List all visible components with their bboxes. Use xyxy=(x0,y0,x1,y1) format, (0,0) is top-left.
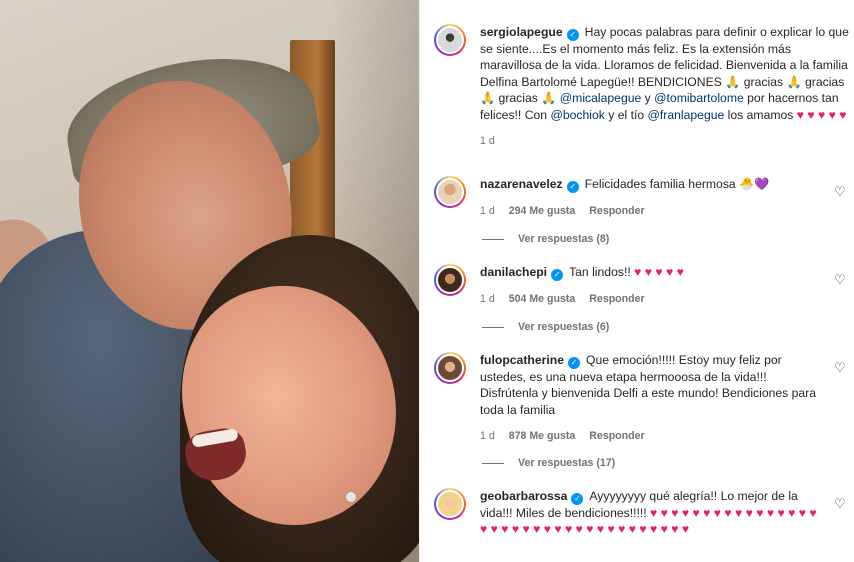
comment-username[interactable]: fulopcatherine xyxy=(480,353,564,367)
mention-link[interactable]: @franlapegue xyxy=(648,108,725,122)
heart-outline-icon[interactable]: ♡ xyxy=(834,273,846,286)
reply-button[interactable]: Responder xyxy=(589,428,644,444)
caption-segment: y xyxy=(641,91,655,106)
view-replies-button[interactable]: Ver respuestas (6) xyxy=(482,321,609,333)
mention-link[interactable]: @micalapegue xyxy=(560,91,641,105)
caption-time[interactable]: 1 d xyxy=(480,133,495,149)
comment-item: geobarbarossa ✓ Ayyyyyyyy qué alegría!! Lo… xyxy=(434,488,854,538)
comment-username[interactable]: geobarbarossa xyxy=(480,489,567,503)
caption-text: Hay pocas palabras para definir o explic… xyxy=(480,25,849,122)
mention-link[interactable]: @bochiok xyxy=(550,108,604,122)
verified-icon: ✓ xyxy=(571,493,584,505)
avatar[interactable] xyxy=(434,264,466,296)
comment-text: Felicidades familia hermosa 🐣💜 xyxy=(584,177,770,191)
verified-icon: ✓ xyxy=(566,181,579,193)
comment-likes[interactable]: 878 Me gusta xyxy=(509,428,576,444)
caption-segment: los amamos xyxy=(724,107,794,122)
avatar[interactable] xyxy=(434,24,466,56)
verified-icon: ✓ xyxy=(551,269,564,281)
reply-button[interactable]: Responder xyxy=(589,291,644,307)
comment-time[interactable]: 1 d xyxy=(480,291,495,307)
avatar[interactable] xyxy=(434,176,466,208)
caption-segment: y el tío xyxy=(604,107,648,122)
comment-text: Tan lindos!! xyxy=(569,265,635,279)
caption-hearts: ♥ ♥ ♥ ♥ ♥ xyxy=(796,107,847,122)
comment-likes[interactable]: 294 Me gusta xyxy=(509,203,576,219)
mention-link[interactable]: @tomibartolome xyxy=(654,91,744,105)
view-replies-button[interactable]: Ver respuestas (8) xyxy=(482,233,609,245)
comment-hearts: ♥ ♥ ♥ ♥ ♥ xyxy=(634,265,684,279)
avatar[interactable] xyxy=(434,488,466,520)
caption-username[interactable]: sergiolapegue xyxy=(480,25,563,39)
comment-time[interactable]: 1 d xyxy=(480,203,495,219)
comment-likes[interactable]: 504 Me gusta xyxy=(509,291,576,307)
verified-icon: ✓ xyxy=(566,29,579,41)
instagram-post-view: sergiolapegue ✓ Hay pocas palabras para de… xyxy=(0,0,854,562)
heart-outline-icon[interactable]: ♡ xyxy=(834,185,846,198)
comment-username[interactable]: danilachepi xyxy=(480,265,547,279)
comment-time[interactable]: 1 d xyxy=(480,428,495,444)
view-replies-button[interactable]: Ver respuestas (17) xyxy=(482,457,615,469)
reply-button[interactable]: Responder xyxy=(589,203,644,219)
post-caption: sergiolapegue ✓ Hay pocas palabras para de… xyxy=(434,24,854,149)
comment-username[interactable]: nazarenavelez xyxy=(480,177,563,191)
heart-outline-icon[interactable]: ♡ xyxy=(834,361,846,374)
heart-outline-icon[interactable]: ♡ xyxy=(834,497,846,510)
post-photo[interactable] xyxy=(0,0,419,562)
avatar[interactable] xyxy=(434,352,466,384)
comment-item: danilachepi ✓ Tan lindos!! ♥ ♥ ♥ ♥ ♥ 1 d 5… xyxy=(434,264,854,307)
comment-item: fulopcatherine ✓ Que emoción!!!!! Estoy mu… xyxy=(434,352,854,445)
comment-item: nazarenavelez ✓ Felicidades familia hermos… xyxy=(434,176,854,219)
verified-icon: ✓ xyxy=(567,357,580,369)
comments-panel: sergiolapegue ✓ Hay pocas palabras para de… xyxy=(419,0,854,562)
